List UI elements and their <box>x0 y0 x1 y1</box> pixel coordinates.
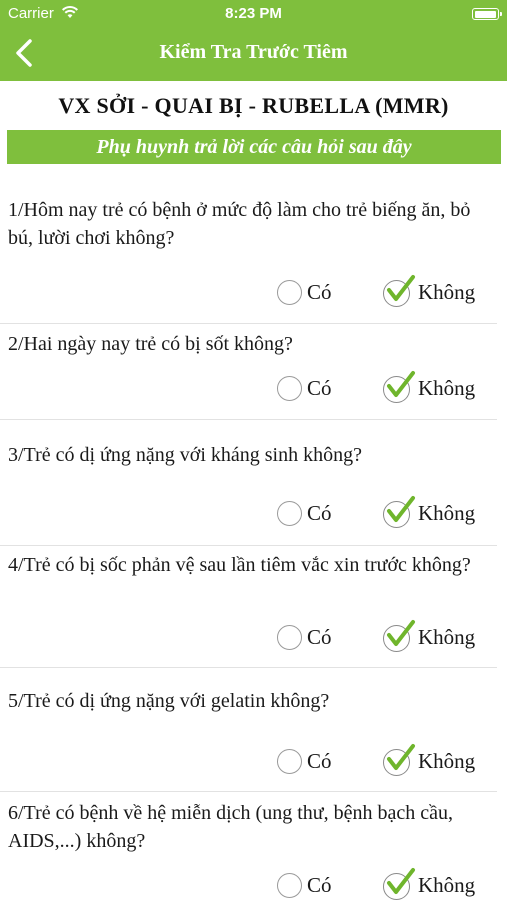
option-no[interactable]: Không <box>383 496 476 528</box>
option-yes[interactable]: Có <box>277 749 332 774</box>
option-no[interactable]: Không <box>383 868 476 900</box>
option-yes[interactable]: Có <box>277 280 332 305</box>
option-yes[interactable]: Có <box>277 501 332 526</box>
option-yes-label: Có <box>307 501 332 525</box>
option-no-label: Không <box>418 872 476 897</box>
question-row: 5/Trẻ có dị ứng nặng với gelatin không? … <box>0 667 507 792</box>
question-row: 2/Hai ngày nay trẻ có bị sốt không? Có K… <box>0 324 507 420</box>
checkmark-circle-icon <box>383 275 415 307</box>
radio-unchecked-icon <box>277 280 302 305</box>
option-no[interactable]: Không <box>383 275 476 307</box>
radio-unchecked-icon <box>277 625 302 650</box>
option-yes-label: Có <box>307 749 332 773</box>
checkmark-circle-icon <box>383 371 415 403</box>
radio-unchecked-icon <box>277 873 302 898</box>
status-bar: Carrier 8:23 PM <box>0 0 507 28</box>
instruction-banner: Phụ huynh trả lời các câu hỏi sau đây <box>7 130 501 164</box>
option-no-label: Không <box>418 375 476 400</box>
question-row: 1/Hôm nay trẻ có bệnh ở mức độ làm cho t… <box>0 190 507 324</box>
question-row: 4/Trẻ có bị sốc phản vệ sau lần tiêm vắc… <box>0 545 507 668</box>
checkmark-circle-icon <box>383 868 415 900</box>
battery-level <box>474 10 496 18</box>
option-no-label: Không <box>418 624 476 649</box>
question-text: 6/Trẻ có bệnh về hệ miễn dịch (ung thư, … <box>8 802 453 852</box>
option-no[interactable]: Không <box>383 371 476 403</box>
radio-unchecked-icon <box>277 376 302 401</box>
radio-unchecked-icon <box>277 501 302 526</box>
question-text: 5/Trẻ có dị ứng nặng với gelatin không? <box>8 690 330 712</box>
battery-icon <box>472 8 502 20</box>
option-no[interactable]: Không <box>383 620 476 652</box>
status-time: 8:23 PM <box>225 5 282 22</box>
radio-unchecked-icon <box>277 749 302 774</box>
option-no-label: Không <box>418 748 476 773</box>
question-row: 6/Trẻ có bệnh về hệ miễn dịch (ung thư, … <box>0 791 507 900</box>
question-text: 4/Trẻ có bị sốc phản vệ sau lần tiêm vắc… <box>8 554 471 576</box>
option-yes-label: Có <box>307 280 332 304</box>
option-yes[interactable]: Có <box>277 625 332 650</box>
instruction-text: Phụ huynh trả lời các câu hỏi sau đây <box>96 136 412 158</box>
page-title: Kiểm Tra Trước Tiêm <box>159 41 348 63</box>
option-no-label: Không <box>418 279 476 304</box>
vaccine-title: VX SỞI - QUAI BỊ - RUBELLA (MMR) <box>58 93 449 118</box>
option-yes-label: Có <box>307 376 332 400</box>
option-no[interactable]: Không <box>383 744 476 776</box>
question-row: 3/Trẻ có dị ứng nặng với kháng sinh khôn… <box>0 419 507 546</box>
option-yes-label: Có <box>307 625 332 649</box>
question-text: 3/Trẻ có dị ứng nặng với kháng sinh khôn… <box>8 444 362 466</box>
question-text: 1/Hôm nay trẻ có bệnh ở mức độ làm cho t… <box>8 199 471 249</box>
option-yes-label: Có <box>307 873 332 897</box>
option-yes[interactable]: Có <box>277 376 332 401</box>
checkmark-circle-icon <box>383 620 415 652</box>
checkmark-circle-icon <box>383 496 415 528</box>
checkmark-circle-icon <box>383 744 415 776</box>
option-yes[interactable]: Có <box>277 873 332 898</box>
question-text: 2/Hai ngày nay trẻ có bị sốt không? <box>8 333 293 355</box>
nav-header: Carrier 8:23 PM Kiểm Tra Trước Tiêm <box>0 0 507 81</box>
option-no-label: Không <box>418 500 476 525</box>
